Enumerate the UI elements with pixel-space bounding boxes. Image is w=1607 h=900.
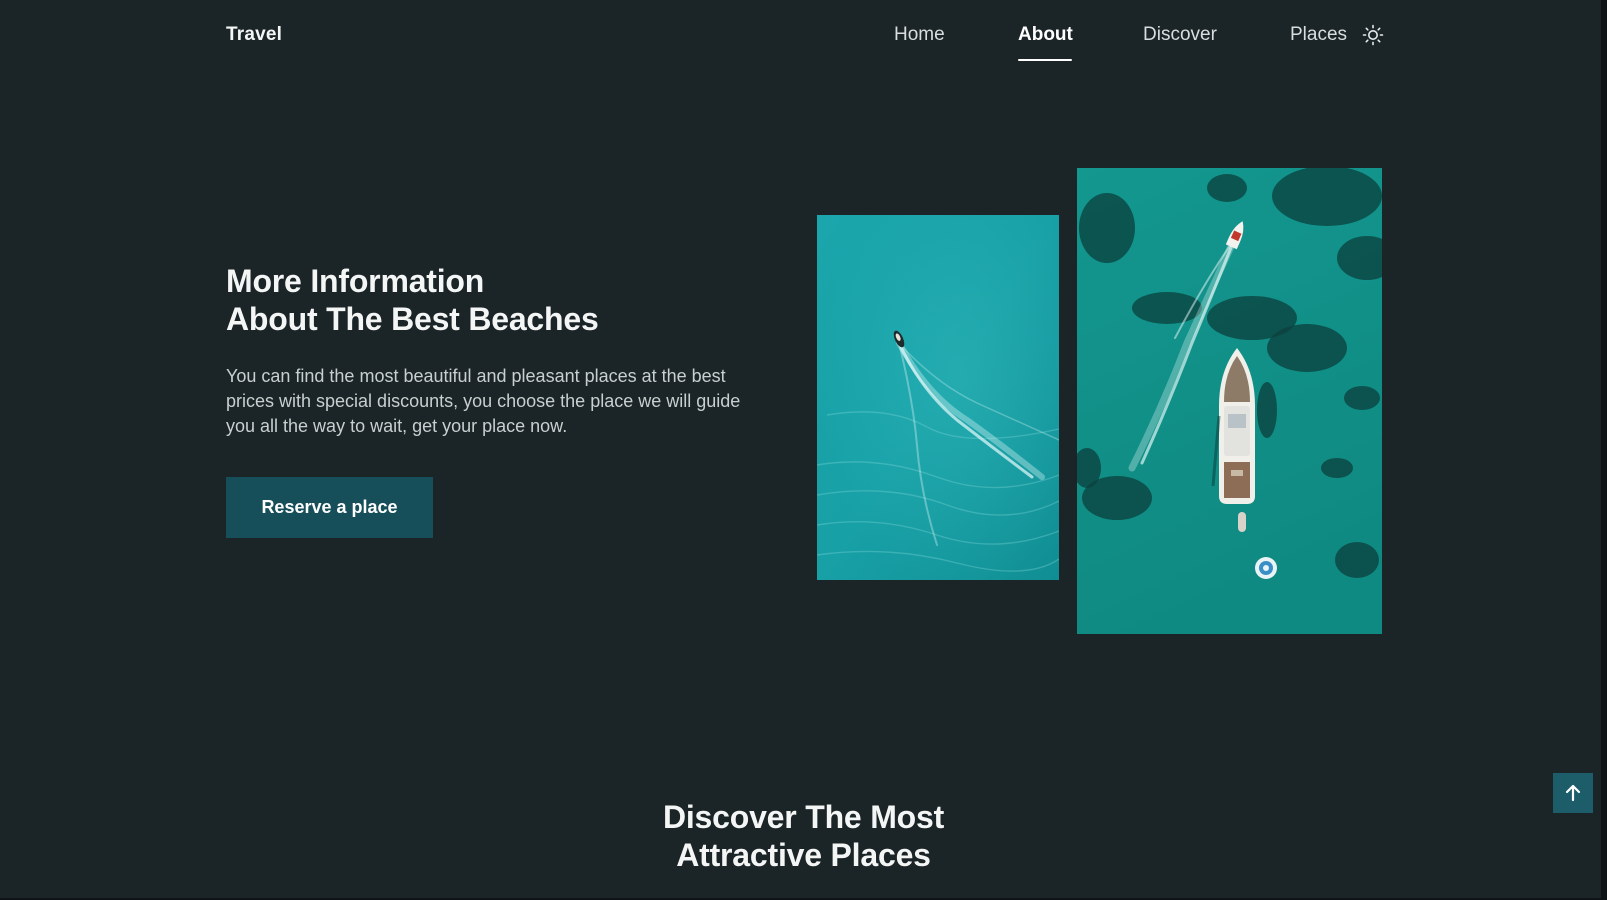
- active-nav-indicator: [1018, 59, 1072, 61]
- hero-description: You can find the most beautiful and plea…: [226, 366, 741, 436]
- theme-toggle-button[interactable]: [1362, 24, 1384, 46]
- sun-icon: [1362, 24, 1384, 46]
- discover-title-line-2: Attractive Places: [676, 837, 931, 873]
- nav-link-discover[interactable]: Discover: [1143, 24, 1217, 46]
- logo-link[interactable]: Travel: [226, 24, 282, 46]
- nav-link-about[interactable]: About: [1018, 24, 1073, 46]
- reserve-place-button[interactable]: Reserve a place: [226, 477, 433, 538]
- discover-section-title: Discover The Most Attractive Places: [0, 798, 1607, 874]
- nav-link-home[interactable]: Home: [894, 24, 945, 46]
- hero-title-line-1: More Information: [226, 263, 485, 299]
- header: Travel Home About Discover Places: [0, 0, 1607, 72]
- discover-title-line-1: Discover The Most: [662, 799, 945, 835]
- nav-link-places[interactable]: Places: [1290, 24, 1347, 46]
- window-frame-right: [1601, 0, 1607, 900]
- aerial-yacht-image: [1077, 168, 1382, 634]
- hero-title: More Information About The Best Beaches: [226, 262, 599, 338]
- aerial-boat-image: [817, 215, 1059, 580]
- hero-title-line-2: About The Best Beaches: [226, 301, 599, 337]
